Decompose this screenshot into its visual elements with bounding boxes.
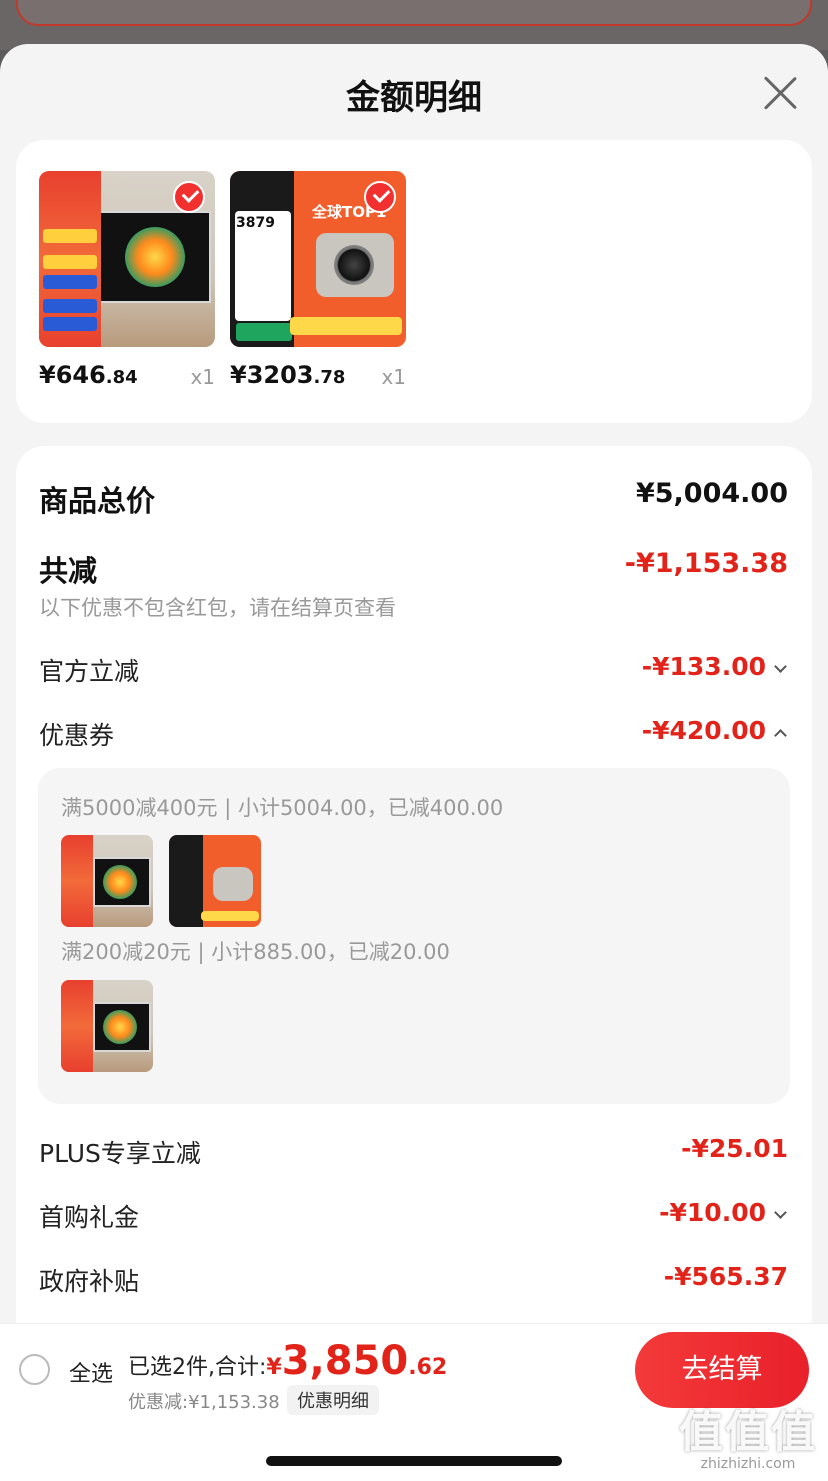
product-thumbnail[interactable] (39, 171, 215, 347)
selected-check-icon[interactable] (173, 181, 205, 213)
discount-badge (201, 911, 259, 921)
coupon-product-thumbnail[interactable] (61, 980, 153, 1072)
product-item[interactable]: 3879 全球TOP1 ¥3203.78 x1 (230, 171, 406, 401)
discount-value: -¥565.37 (663, 1262, 788, 1291)
product-price: ¥646.84 (39, 361, 138, 389)
selected-count: 已选2件,合计: (128, 1355, 267, 1380)
coupon-product-thumbnail[interactable] (61, 835, 153, 927)
thumb-price: 3879 (236, 215, 275, 231)
total-price-label: 商品总价 (39, 484, 156, 518)
total-decimal: .62 (408, 1355, 448, 1380)
chevron-down-icon[interactable] (774, 1206, 787, 1219)
order-summary: 已选2件,合计:¥3,850.62 (128, 1338, 447, 1384)
product-thumbnail[interactable]: 3879 全球TOP1 (230, 171, 406, 347)
discount-detail-link[interactable]: 优惠明细 (287, 1385, 379, 1415)
product-qty: x1 (381, 365, 406, 389)
background-page (0, 0, 828, 50)
product-qty: x1 (190, 365, 215, 389)
promo-panel: 3879 (230, 171, 294, 347)
discount-badge (290, 317, 402, 335)
currency-symbol: ¥ (266, 1355, 282, 1380)
flame-image (103, 1010, 137, 1044)
lens-image (334, 245, 374, 285)
promo-tag (43, 229, 97, 243)
discount-label: PLUS专享立减 (39, 1139, 201, 1168)
promo-panel (39, 171, 101, 347)
promo-badge (236, 323, 292, 341)
discount-label: 官方立减 (39, 657, 140, 686)
coupon-line: 满5000减400元 | 小计5004.00，已减400.00 (61, 796, 504, 820)
select-all-radio[interactable] (19, 1354, 50, 1385)
promo-tag (43, 255, 97, 269)
promo-tag (43, 299, 97, 313)
discount-label: 优惠券 (39, 721, 115, 750)
amount-detail-sheet: 金额明细 ¥646.84 x1 3879 全球TOP1 ¥3203.78 x1 … (0, 44, 828, 1481)
discount-summary: 优惠减:¥1,153.38 (128, 1392, 280, 1413)
watermark-logo: 值值值 (679, 1407, 817, 1458)
close-icon[interactable] (762, 74, 798, 110)
selected-check-icon[interactable] (364, 181, 396, 213)
discount-value: -¥420.00 (641, 716, 766, 745)
select-all-label[interactable]: 全选 (69, 1356, 113, 1388)
total-reduce-label: 共减 (39, 554, 98, 588)
home-indicator (266, 1456, 562, 1466)
watermark: 值值值 zhizhizhi.com (678, 1396, 818, 1472)
promo-panel (169, 835, 203, 927)
discount-value: -¥25.01 (681, 1134, 788, 1163)
product-item[interactable]: ¥646.84 x1 (39, 171, 215, 401)
flame-image (103, 865, 137, 899)
promo-panel (61, 835, 93, 927)
projector-image (213, 867, 253, 901)
coupon-product-thumbnail[interactable] (169, 835, 261, 927)
chevron-down-icon[interactable] (774, 660, 787, 673)
price-row: ¥646.84 x1 (39, 361, 215, 401)
total-price-value: ¥5,004.00 (635, 478, 788, 509)
reduce-hint: 以下优惠不包含红包，请在结算页查看 (39, 596, 396, 620)
discount-label: 政府补贴 (39, 1267, 140, 1296)
background-bar (16, 0, 812, 26)
price-row: ¥3203.78 x1 (230, 361, 406, 401)
coupon-breakdown: 满5000减400元 | 小计5004.00，已减400.00 满200减20元… (38, 768, 790, 1104)
promo-tag (43, 275, 97, 289)
sheet-title: 金额明细 (346, 78, 482, 118)
discount-label: 首购礼金 (39, 1203, 140, 1232)
total-amount: 3,850 (281, 1338, 409, 1384)
discount-value: -¥133.00 (641, 652, 766, 681)
flame-image (125, 227, 185, 287)
product-price: ¥3203.78 (230, 361, 346, 389)
coupon-line: 满200减20元 | 小计885.00，已减20.00 (61, 940, 450, 964)
product-list-card: ¥646.84 x1 3879 全球TOP1 ¥3203.78 x1 (16, 140, 812, 423)
chevron-up-icon[interactable] (774, 729, 787, 742)
sheet-header: 金额明细 (0, 44, 828, 140)
discount-value: -¥10.00 (659, 1198, 766, 1227)
promo-tag (43, 317, 97, 331)
promo-panel (61, 980, 93, 1072)
total-reduce-value: -¥1,153.38 (624, 548, 788, 579)
price-details-card: 商品总价 ¥5,004.00 共减 -¥1,153.38 以下优惠不包含红包，请… (16, 446, 812, 1426)
